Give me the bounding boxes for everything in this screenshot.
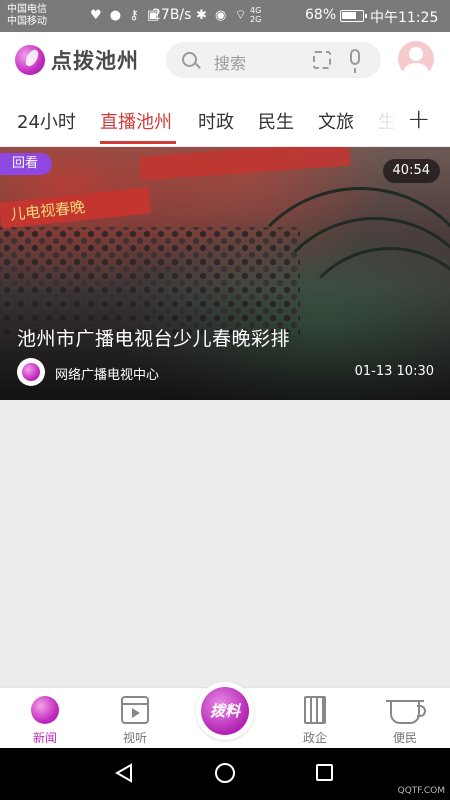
carrier-info: 中国电信 中国移动 <box>7 4 47 28</box>
carrier-1: 中国电信 <box>7 4 47 15</box>
add-tab-icon[interactable]: + <box>407 102 430 135</box>
home-icon[interactable] <box>215 763 235 783</box>
bluetooth-eye-wifi-icons: ✱ ◉ ⌔ <box>196 8 249 23</box>
source-avatar <box>17 358 45 386</box>
battery-icon <box>340 10 367 22</box>
system-navigation-bar <box>0 748 450 800</box>
replay-badge: 回看 <box>0 153 53 175</box>
microphone-icon[interactable] <box>350 49 360 73</box>
background-banner <box>139 147 351 181</box>
search-icon <box>182 52 197 67</box>
tab-livelihood[interactable]: 民生 <box>258 108 294 134</box>
back-icon[interactable] <box>114 763 134 783</box>
publish-time: 01-13 10:30 <box>354 364 434 379</box>
active-tab-indicator <box>100 141 176 144</box>
video-title[interactable]: 池州市广播电视台少儿春晚彩排 <box>17 324 290 351</box>
carrier-2: 中国移动 <box>7 16 47 27</box>
app-logo: 点拨池州 <box>15 45 139 75</box>
nav-government-label: 政企 <box>302 731 327 745</box>
app-name: 点拨池州 <box>51 49 139 73</box>
nav-video-label: 视听 <box>122 731 147 745</box>
coffee-icon <box>386 700 426 724</box>
government-icon <box>304 696 326 724</box>
battery-percent: 68% <box>305 7 337 23</box>
notification-icons: ♥ ● ⚷ ▣ <box>90 8 162 23</box>
news-icon <box>31 696 59 724</box>
logo-mark-icon <box>15 45 45 75</box>
nav-video[interactable]: 视听 <box>105 696 165 746</box>
scan-icon[interactable] <box>313 51 331 69</box>
center-report-button[interactable]: 拨料 <box>196 682 254 740</box>
user-avatar[interactable] <box>398 41 434 77</box>
network-speed: 27B/s <box>152 7 192 23</box>
source-name: 网络广播电视中心 <box>55 368 160 383</box>
tab-politics[interactable]: 时政 <box>198 108 234 134</box>
search-bar[interactable]: 搜索 <box>166 42 381 78</box>
nav-government[interactable]: 政企 <box>285 696 345 746</box>
nav-services-label: 便民 <box>392 731 417 745</box>
nav-news-label: 新闻 <box>32 731 57 745</box>
stage-banner: 儿电视春晚 <box>0 187 151 229</box>
network-type: 4G 2G <box>250 6 261 24</box>
tab-24h[interactable]: 24小时 <box>17 108 76 134</box>
video-icon <box>121 696 149 724</box>
bottom-nav: 新闻 视听 拨料 政企 便民 <box>0 682 450 748</box>
search-placeholder: 搜索 <box>214 54 247 73</box>
video-duration: 40:54 <box>382 159 440 183</box>
net-label-1: 4G <box>250 6 262 15</box>
video-card[interactable]: 儿电视春晚 回看 40:54 池州市广播电视台少儿春晚彩排 网络广播电视中心 0… <box>0 147 450 400</box>
tab-fade <box>368 90 402 146</box>
tab-culture-tourism[interactable]: 文旅 <box>318 108 354 134</box>
net-label-2: 2G <box>250 15 262 24</box>
tab-live-chizhou[interactable]: 直播池州 <box>100 108 172 134</box>
nav-news[interactable]: 新闻 <box>15 696 75 746</box>
status-bar: 中国电信 中国移动 ♥ ● ⚷ ▣ 27B/s ✱ ◉ ⌔ 4G 2G 68% … <box>0 0 450 32</box>
category-tabs: 24小时 直播池州 时政 民生 文旅 生 + <box>0 90 450 146</box>
clock: 中午11:25 <box>370 10 439 26</box>
watermark: QQTF.COM <box>397 786 445 796</box>
nav-services[interactable]: 便民 <box>375 696 435 746</box>
recent-apps-icon[interactable] <box>316 764 333 781</box>
app-header: 点拨池州 搜索 <box>0 32 450 90</box>
report-label: 拨料 <box>201 687 249 735</box>
